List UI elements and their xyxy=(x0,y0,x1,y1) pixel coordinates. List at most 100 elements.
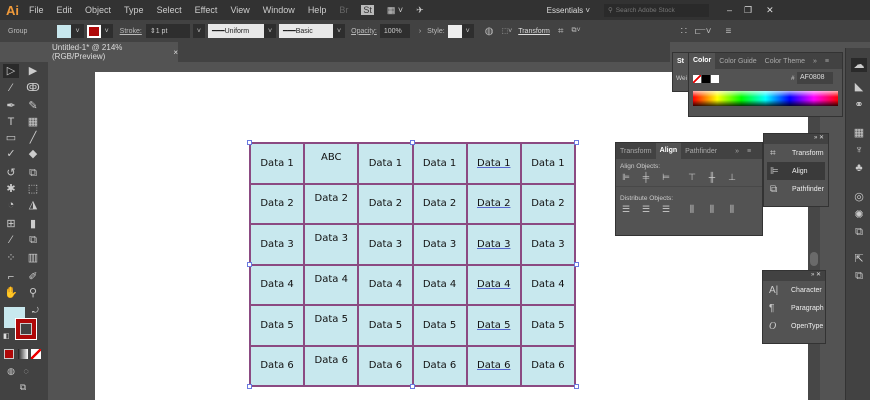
panel-item-pathfinder[interactable]: ⧉ Pathfinder xyxy=(764,180,828,198)
hex-input[interactable]: AF0808 xyxy=(797,72,833,84)
gpu-performance-icon[interactable]: ✈ xyxy=(416,5,424,16)
panel-item-opentype[interactable]: O OpenType xyxy=(763,317,825,335)
table-cell[interactable]: Data 2 xyxy=(304,183,359,224)
stroke-dropdown[interactable]: ˅ xyxy=(100,24,113,38)
close-tab-button[interactable]: × xyxy=(173,48,178,57)
tab-stroke[interactable]: St xyxy=(673,58,688,65)
style-dropdown[interactable]: ˅ xyxy=(461,24,474,38)
paintbrush-tool-icon[interactable]: ╱ xyxy=(25,131,41,145)
table-cell[interactable]: Data 6 xyxy=(520,345,575,386)
panel-collapse-icon[interactable]: » ✕ xyxy=(763,271,825,281)
panel-expand-icon[interactable]: » xyxy=(731,148,743,155)
tab-align[interactable]: Align xyxy=(655,143,682,159)
table-cell[interactable]: Data 2 xyxy=(466,183,521,224)
selection-handle[interactable] xyxy=(574,262,579,267)
tab-color-guide[interactable]: Color Guide xyxy=(715,58,760,65)
table-cell[interactable]: Data 4 xyxy=(250,264,305,305)
direct-selection-tool-icon[interactable]: ▶ xyxy=(25,64,41,78)
fill-swatch[interactable] xyxy=(57,24,72,38)
selection-handle[interactable] xyxy=(410,140,415,145)
rectangle-tool-icon[interactable]: ▭ xyxy=(3,131,19,145)
align-vcenter-icon[interactable]: ╫ xyxy=(706,172,718,182)
color-guide-icon[interactable]: ◣ xyxy=(851,80,867,94)
selection-handle[interactable] xyxy=(574,384,579,389)
magic-wand-tool-icon[interactable]: ⁄ xyxy=(3,81,19,95)
none-swatch[interactable] xyxy=(693,75,701,83)
stroke-color-box[interactable] xyxy=(15,318,37,340)
menu-type[interactable]: Type xyxy=(124,5,144,15)
table-cell[interactable]: Data 2 xyxy=(520,183,575,224)
table-cell[interactable]: Data 6 xyxy=(304,345,359,386)
table-cell[interactable]: Data 1 xyxy=(520,143,575,184)
arrange-documents-icon[interactable]: ▦ ˅ xyxy=(387,5,403,16)
table-cell[interactable]: Data 5 xyxy=(412,305,467,346)
distribute-top-icon[interactable]: ☰ xyxy=(620,204,632,214)
color-themes-icon[interactable]: ⚭ xyxy=(851,98,867,112)
appearance-icon[interactable]: ✺ xyxy=(851,208,867,222)
opacity-expand-icon[interactable]: › xyxy=(419,28,421,35)
table-cell[interactable]: Data 5 xyxy=(358,305,413,346)
selection-handle[interactable] xyxy=(410,384,415,389)
table-cell[interactable]: Data 4 xyxy=(412,264,467,305)
zoom-tool-icon[interactable]: ⚲ xyxy=(25,286,41,300)
stroke-label[interactable]: Stroke: xyxy=(120,28,142,35)
menu-object[interactable]: Object xyxy=(85,5,111,15)
tab-pathfinder[interactable]: Pathfinder xyxy=(681,148,721,155)
scrollbar-thumb[interactable] xyxy=(810,252,818,266)
table-cell[interactable]: Data 1 xyxy=(466,143,521,184)
profile-dropdown[interactable]: ˅ xyxy=(263,24,277,38)
draw-behind-icon[interactable]: ◌ xyxy=(18,364,34,378)
grid-tool-icon[interactable]: ▦ xyxy=(25,115,41,129)
shape-options-icon[interactable]: ⧉˅ xyxy=(571,27,580,35)
hand-tool-icon[interactable]: ✋ xyxy=(3,286,19,300)
color-spectrum[interactable] xyxy=(693,91,838,106)
selection-handle[interactable] xyxy=(247,262,252,267)
table-cell[interactable]: Data 4 xyxy=(358,264,413,305)
table-cell[interactable]: Data 5 xyxy=(304,305,359,346)
color-panel-icon[interactable]: ☁ xyxy=(851,58,867,72)
default-colors-icon[interactable]: ◧ xyxy=(3,332,10,340)
layers-icon[interactable]: ⧉ xyxy=(851,226,867,240)
type-tool-icon[interactable]: T xyxy=(3,115,19,129)
table-cell[interactable]: Data 3 xyxy=(520,224,575,265)
close-window-button[interactable]: ✕ xyxy=(766,5,774,16)
isolate-icon[interactable]: ⌗ xyxy=(558,26,564,37)
distribute-vcenter-icon[interactable]: ☰ xyxy=(640,204,652,214)
table-cell[interactable]: Data 6 xyxy=(358,345,413,386)
panel-menu-icon[interactable]: ≡ xyxy=(821,58,833,65)
distribute-right-icon[interactable]: ⫼ xyxy=(726,204,738,214)
gradient-mode-icon[interactable] xyxy=(18,349,28,359)
align-to-icon[interactable]: ⬚˅ xyxy=(502,27,513,35)
stroke-swatch[interactable] xyxy=(86,24,101,38)
color-mode-icon[interactable] xyxy=(4,349,14,359)
none-mode-icon[interactable] xyxy=(31,349,41,359)
arrange-icon[interactable]: ∷ xyxy=(681,26,687,37)
symbols-icon[interactable]: ♣ xyxy=(851,162,867,176)
transform-link[interactable]: Transform xyxy=(518,28,550,35)
swap-colors-icon[interactable]: ⤾ xyxy=(32,306,39,316)
lasso-tool-icon[interactable]: ↂ xyxy=(25,81,41,95)
tab-transform[interactable]: Transform xyxy=(616,148,656,155)
scale-tool-icon[interactable]: ⧉ xyxy=(25,166,41,180)
tab-color-themes[interactable]: Color Theme xyxy=(761,58,809,65)
table-cell[interactable]: Data 3 xyxy=(304,224,359,265)
stroke-weight-input[interactable]: ⇕ 1 pt xyxy=(145,24,190,38)
table-cell[interactable]: Data 5 xyxy=(520,305,575,346)
table-cell[interactable]: Data 4 xyxy=(520,264,575,305)
bridge-icon[interactable]: Br xyxy=(339,5,348,15)
table-cell[interactable]: Data 2 xyxy=(358,183,413,224)
shape-builder-tool-icon[interactable]: ◔ xyxy=(3,198,19,212)
distribute-hcenter-icon[interactable]: ⫼ xyxy=(706,204,718,214)
brush-definition[interactable]: ━━━ Basic xyxy=(279,24,334,38)
table-cell[interactable]: Data 3 xyxy=(250,224,305,265)
table-cell[interactable]: Data 3 xyxy=(466,224,521,265)
panel-item-character[interactable]: A| Character xyxy=(763,281,825,299)
brush-dropdown[interactable]: ˅ xyxy=(333,24,346,38)
menu-help[interactable]: Help xyxy=(308,5,327,15)
table-cell[interactable]: Data 6 xyxy=(250,345,305,386)
menu-edit[interactable]: Edit xyxy=(57,5,73,15)
selection-handle[interactable] xyxy=(247,140,252,145)
stock-icon[interactable]: St xyxy=(361,5,374,15)
panel-item-transform[interactable]: ⌗ Transform xyxy=(764,144,828,162)
distribute-bottom-icon[interactable]: ☰ xyxy=(660,204,672,214)
